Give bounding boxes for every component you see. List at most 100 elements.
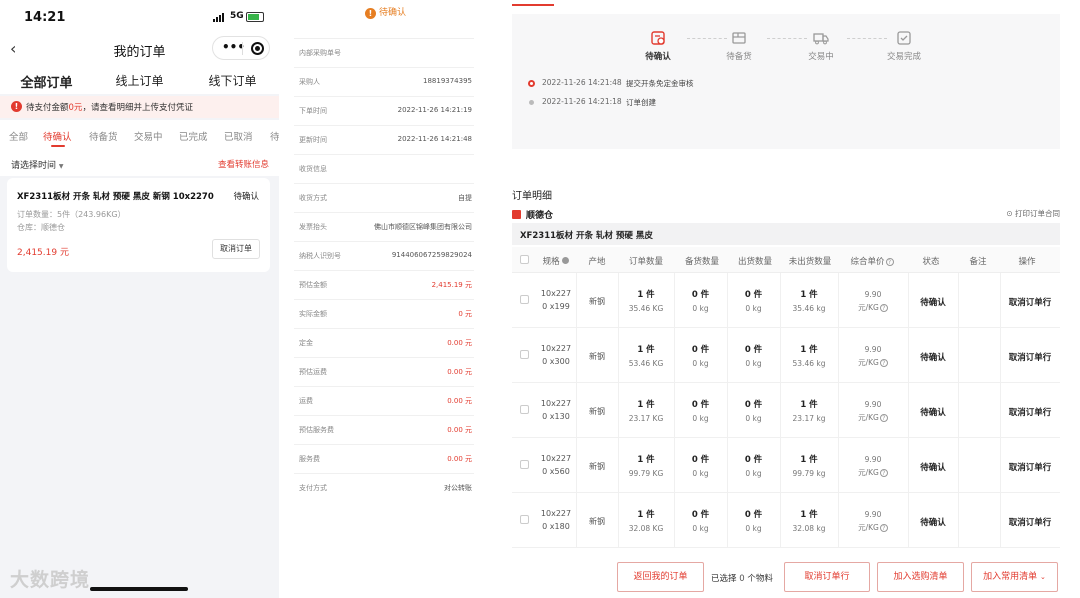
order-quantity: 订单数量：5件（243.96KG） [17,210,126,219]
col-divider [958,438,959,493]
step-completed: 交易完成 [869,30,939,62]
cancel-line-link[interactable]: 取消订单行 [1000,516,1060,528]
selection-prefix: 已选择 [711,574,737,584]
subtab-trading[interactable]: 交易中 [134,129,163,143]
detail-value: 18819374395 [423,77,472,85]
transfer-info-link[interactable]: 查看转账信息 [218,158,269,170]
col-divider [618,328,619,383]
stock-weight: 0 kg [692,359,709,368]
unit-price: 9.90 [864,400,882,409]
row-status: 待确认 [920,353,946,363]
subtab-more[interactable]: 待 [270,129,279,143]
tab-offline-orders[interactable]: 线下订单 [186,64,279,94]
out-qty: 0 件 [744,400,763,410]
order-status-text: 待确认 [378,8,406,18]
tab-all-orders[interactable]: 全部订单 [0,64,93,94]
col-divider [618,438,619,493]
cancel-line-link[interactable]: 取消订单行 [1000,461,1060,473]
detail-row: 预估服务费 0.00 元 [294,416,474,445]
row-checkbox[interactable] [520,515,529,524]
stock-weight: 0 kg [692,304,709,313]
order-weight: 53.46 KG [628,359,664,368]
col-divider [727,493,728,548]
timeline-message: 提交开条免定金审核 [626,79,694,88]
stock-qty: 0 件 [691,455,710,465]
warehouse-icon [512,210,521,219]
order-card[interactable]: XF2311板材 开条 轧材 预硬 黑皮 新钢 10x2270 ... 待确认 … [7,178,270,272]
cancel-line-link[interactable]: 取消订单行 [1000,351,1060,363]
subtab-completed[interactable]: 已完成 [179,129,208,143]
col-divider [958,383,959,438]
order-warehouse: 仓库：顺德仓 [17,223,65,232]
cancel-line-link[interactable]: 取消订单行 [1000,296,1060,308]
col-out-qty: 出货数量 [737,257,772,267]
add-common-list-button[interactable]: 加入常用清单 ⌄ [971,562,1058,592]
detail-value: 佛山市顺德区锦峰集团有限公司 [374,223,472,231]
print-contract-link[interactable]: ⊙ 打印订单合同 [1006,208,1060,219]
stock-qty: 0 件 [691,345,710,355]
subtab-preparing[interactable]: 待备货 [89,129,118,143]
detail-key: 采购人 [299,78,320,86]
row-checkbox[interactable] [520,460,529,469]
stock-weight: 0 kg [692,414,709,423]
network-label: 5G [230,11,244,21]
alert-suffix: ，请查看明细并上传支付凭证 [82,103,193,113]
add-purchase-list-button[interactable]: 加入选购清单 [877,562,964,592]
table-row: 10x227 0 x199 新钢 1 件 35.46 KG 0 件 0 kg 0… [512,273,1060,328]
target-icon[interactable] [251,42,264,55]
status-time: 14:21 [24,10,66,25]
row-checkbox[interactable] [520,350,529,359]
row-checkbox[interactable] [520,295,529,304]
unshipped-qty: 1 件 [800,510,818,520]
origin: 新钢 [589,462,605,471]
cancel-order-button[interactable]: 取消订单 [212,239,260,259]
col-action: 操作 [1018,257,1036,267]
cancel-line-link[interactable]: 取消订单行 [1000,406,1060,418]
step-label: 待备货 [726,52,752,62]
out-qty: 0 件 [744,345,763,355]
row-checkbox[interactable] [520,405,529,414]
detail-row: 支付方式 对公转账 [294,474,474,503]
cancel-lines-button[interactable]: 取消订单行 [784,562,870,592]
tab-online-orders[interactable]: 线上订单 [93,64,186,94]
detail-key: 支付方式 [299,484,327,492]
origin: 新钢 [589,352,605,361]
out-qty: 0 件 [744,455,763,465]
col-status: 状态 [922,257,940,267]
time-select[interactable]: 请选择时间 ▼ [11,158,64,171]
col-divider [674,383,675,438]
detail-key: 发票抬头 [299,223,327,231]
col-divider [780,383,781,438]
subtab-pending-confirm[interactable]: 待确认 [43,129,72,143]
spec-line1: 10x227 [540,289,572,298]
mobile-order-panel: 14:21 5G ‹ 我的订单 ••• 全部订单 线上订单 线下订单 ! 待支付… [0,0,279,598]
out-weight: 0 kg [745,524,762,533]
subtab-cancelled[interactable]: 已取消 [224,129,253,143]
subtab-all[interactable]: 全部 [9,129,28,143]
help-icon: ? [879,469,888,477]
step-label: 交易完成 [886,52,921,62]
back-to-orders-button[interactable]: 返回我的订单 [617,562,704,592]
col-divider [958,328,959,383]
col-divider [618,493,619,548]
col-divider [780,328,781,383]
detail-row: 下单时间 2022-11-26 14:21:19 [294,97,474,126]
col-divider [838,493,839,548]
detail-key: 收货信息 [299,165,327,173]
unshipped-qty: 1 件 [800,345,818,355]
detail-row: 更新时间 2022-11-26 14:21:48 [294,126,474,155]
selection-suffix: 个物料 [747,574,773,584]
order-qty: 1 件 [637,510,655,520]
row-status: 待确认 [920,408,946,418]
detail-row: 内部采购单号 [294,39,474,68]
capsule-divider [242,42,243,55]
select-all-checkbox[interactable] [520,255,529,264]
col-divider [618,273,619,328]
timeline-time: 2022-11-26 14:21:48 [542,78,622,87]
warehouse-name: 顺德仓 [526,211,554,221]
unit-price-unit-label: 元/KG [858,468,879,477]
spec-line2: 0 x130 [542,412,570,421]
active-tab-indicator [512,4,554,6]
web-order-panel: 待确认 待备货 交易中 交易完成 2022-11-26 14:21:48 提交开… [492,0,1080,598]
col-stock-qty: 备货数量 [684,257,719,267]
